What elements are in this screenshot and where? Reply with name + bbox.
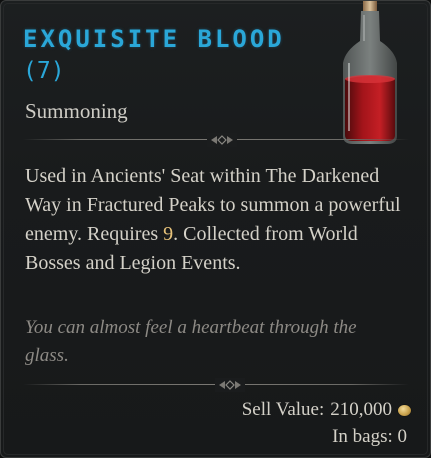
flavor-text: You can almost feel a heartbeat through … bbox=[25, 317, 357, 366]
sell-value: Sell Value: 210,000 bbox=[242, 399, 411, 421]
section-divider-bottom bbox=[23, 378, 409, 392]
item-name: EXQUISITE BLOOD bbox=[23, 25, 285, 53]
gold-coin-icon bbox=[398, 404, 411, 416]
blood-bottle-icon bbox=[343, 1, 397, 144]
in-bags: In bags: 0 bbox=[332, 426, 407, 448]
item-tooltip: EXQUISITE BLOOD (7) Summoning Used in An… bbox=[0, 0, 431, 458]
required-level: 9 bbox=[163, 223, 174, 245]
in-bags-count: 0 bbox=[397, 426, 408, 447]
item-type: Summoning bbox=[25, 99, 128, 123]
item-stack-count: (7) bbox=[23, 58, 65, 84]
item-description: Used in Ancients' Seat within The Darken… bbox=[25, 162, 405, 278]
divider-ornament-icon bbox=[215, 378, 245, 392]
divider-ornament-icon bbox=[207, 133, 237, 147]
sell-value-amount: 210,000 bbox=[330, 399, 392, 420]
section-divider bbox=[23, 133, 409, 147]
sell-value-label: Sell Value: bbox=[241, 399, 325, 420]
in-bags-label: In bags: bbox=[332, 426, 393, 447]
